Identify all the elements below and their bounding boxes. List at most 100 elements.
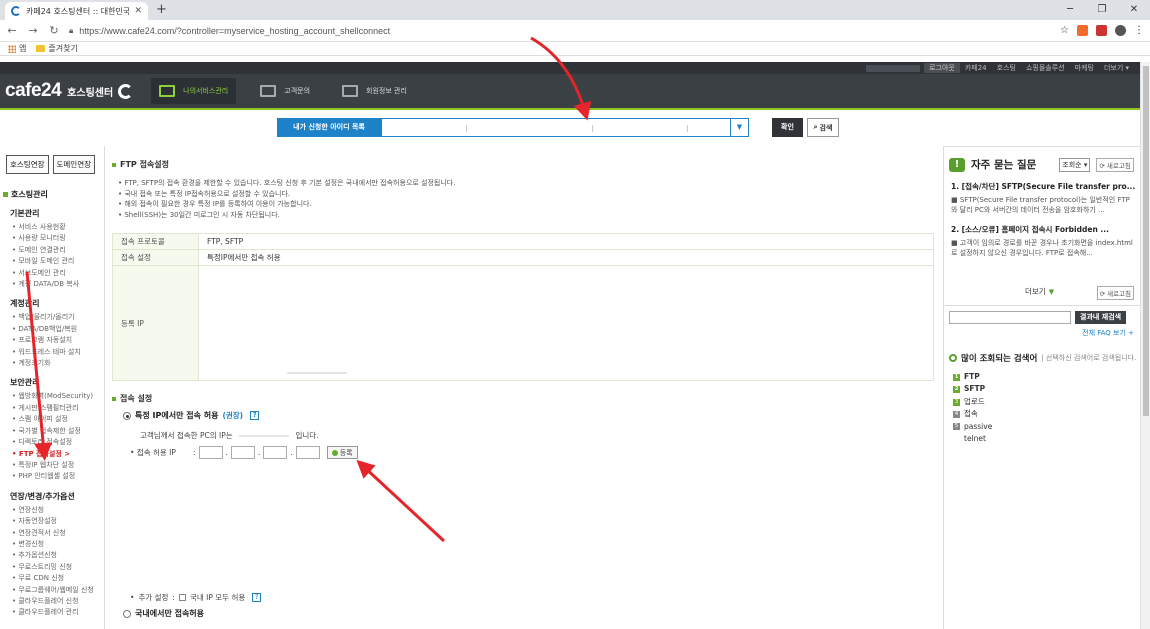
sidebar-item[interactable]: 서비스 사용현황 [12,222,104,233]
sidebar-item[interactable]: 연장신청 [12,505,104,516]
sidebar-item[interactable]: 연장견적서 신청 [12,528,104,539]
keyword-item[interactable]: 2 SFTP [953,383,992,395]
address-bar: ← → ↻ 🔒︎ https://www.cafe24.com/?control… [0,20,1150,42]
sidebar-item[interactable]: 웹방화벽(ModSecurity) [12,391,104,402]
restore-icon[interactable]: ❐ [1086,0,1118,20]
option-specific-ip[interactable]: 특정 IP에서만 접속 허용 (권장) ? [123,410,934,421]
sidebar-item[interactable]: DATA/DB백업/복원 [12,324,104,335]
faq-item[interactable]: 2. [소스/오류] 홈페이지 접속시 Forbidden ... ■ 고객이 … [951,224,1135,258]
id-select[interactable]: ▼ [381,118,749,137]
help-icon[interactable]: ? [250,411,260,420]
kebab-menu-icon[interactable]: ⋮ [1134,25,1144,36]
faq-more-button[interactable]: 더보기 ▼ [1025,286,1054,297]
radio-specific-ip[interactable] [123,411,131,420]
domestic-ip-label: 국내 IP 모두 허용 [189,593,246,602]
result-search-input[interactable] [949,311,1071,324]
sidebar-item[interactable]: 계정 DATA/DB 복사 [12,279,104,290]
menu-inquiry[interactable]: 고객문의 [252,78,318,104]
domain-extend-button[interactable]: 도메인연장 [52,155,95,174]
option-domestic-only[interactable]: 국내에서만 접속허용 [123,608,204,619]
sidebar-item[interactable]: 특정IP 웹차단 설정 [12,460,104,471]
sidebar-item[interactable]: 클라우드플레어 관리 [12,607,104,618]
sidebar-item[interactable]: PHP 안티웹셸 설정 [12,471,104,482]
ip-octet-1-input[interactable] [198,446,223,459]
close-icon[interactable]: ✕ [134,6,142,16]
domestic-ip-checkbox[interactable] [178,594,186,601]
keyword-item[interactable]: 1 FTP [953,371,992,383]
sidebar-item[interactable]: 프로그램 자동설치 [12,335,104,346]
star-icon[interactable]: ☆ [1060,25,1069,36]
search-button[interactable]: ⌕ 검색 [807,118,839,137]
menu-member-info[interactable]: 회원정보 관리 [334,78,415,104]
sidebar-item[interactable]: 변경신청 [12,539,104,550]
faq-item[interactable]: 1. [접속/차단] SFTP(Secure File transfer pro… [951,181,1135,215]
all-faq-link[interactable]: 전체 FAQ 보기 + [1082,328,1134,338]
register-ip-button[interactable]: 등록 [326,446,358,459]
sidebar-item[interactable]: 추가옵션신청 [12,550,104,561]
util-link-hosting[interactable]: 호스팅 [992,63,1021,73]
minimize-icon[interactable]: ─ [1054,0,1086,20]
util-link-cafe24[interactable]: 카페24 [960,63,992,73]
util-link-marketing[interactable]: 마케팅 [1070,63,1099,73]
sidebar-item[interactable]: 디렉토리 접속설정 [12,437,104,448]
back-icon[interactable]: ← [6,24,18,37]
sidebar-item[interactable]: 무료그룹웨어/웹메일 신청 [12,585,104,596]
sidebar-item[interactable]: 자동연장설정 [12,516,104,527]
util-link-more[interactable]: 더보기 ▾ [1099,63,1134,73]
menu-my-service[interactable]: 나의서비스관리 [151,78,237,104]
extension-icon[interactable] [1077,25,1088,36]
sidebar-item[interactable]: 서브도메인 관리 [12,268,104,279]
hosting-extend-button[interactable]: 호스팅연장 [6,155,49,174]
scrollbar-thumb[interactable] [1143,66,1149,416]
keyword-item[interactable]: 5 passive [953,421,992,433]
sidebar-item[interactable]: 게시판 스팸필터관리 [12,403,104,414]
page-scrollbar[interactable] [1140,62,1150,629]
confirm-button[interactable]: 확인 [772,118,803,137]
sidebar-item[interactable]: 계정초기화 [12,358,104,369]
forward-icon[interactable]: → [27,24,39,37]
faq-question[interactable]: 1. [접속/차단] SFTP(Secure File transfer pro… [951,181,1135,192]
sidebar-item[interactable]: 클라우드플레어 신청 [12,596,104,607]
radio-domestic-only[interactable] [123,609,131,618]
sidebar-item[interactable]: 국가별 접속제한 설정 [12,426,104,437]
refresh-button[interactable]: ⟳ 새로고침 [1096,286,1134,300]
logout-link[interactable]: 로그아웃 [924,63,960,73]
sidebar-item[interactable]: 워드프레스 테마 설치 [12,347,104,358]
ip-octet-2-input[interactable] [230,446,255,459]
keyword-item[interactable]: 3 업로드 [953,396,992,408]
help-icon[interactable]: ? [252,593,262,602]
browser-tab[interactable]: 카페24 호스팅센터 :: 대한민국 N ✕ [5,2,148,20]
keyword-item[interactable]: 4 접속 [953,408,992,420]
refresh-button[interactable]: ⟳ 새로고침 [1096,157,1134,172]
sidebar-item[interactable]: 사용량 모니터링 [12,233,104,244]
extension-icon[interactable] [1096,25,1107,36]
id-list-label: 내가 신청한 아이디 목록 [277,118,381,137]
bookmark-apps[interactable]: 앱 [8,43,26,54]
result-search-button[interactable]: 결과내 재검색 [1075,311,1127,324]
faq-sort-select[interactable]: 조회순 ▾ [1059,157,1091,172]
faq-question[interactable]: 2. [소스/오류] 홈페이지 접속시 Forbidden ... [951,224,1135,235]
cafe24-logo[interactable]: cafe24 [5,80,62,102]
ip-octet-4-input[interactable] [295,446,320,459]
logo-subtitle: 호스팅센터 [67,87,114,99]
sidebar-item[interactable]: 무료 CDN 신청 [12,573,104,584]
reload-icon[interactable]: ↻ [48,24,60,37]
keyword-item[interactable]: telnet [953,433,992,445]
ip-octet-3-input[interactable] [263,446,288,459]
close-window-icon[interactable]: ✕ [1118,0,1150,20]
chevron-down-icon[interactable]: ▼ [730,119,748,136]
utility-bar: 로그아웃 카페24 호스팅 쇼핑몰솔루션 마케팅 더보기 ▾ [0,62,1140,74]
folder-icon [36,45,46,52]
rank-badge: 4 [953,410,960,418]
bookmark-favorites[interactable]: 즐겨찾기 [36,43,78,54]
util-link-shop[interactable]: 쇼핑몰솔루션 [1021,63,1070,73]
avatar[interactable] [1115,25,1126,36]
sidebar-item[interactable]: 도메인 연결관리 [12,245,104,256]
sidebar-item[interactable]: 백업/올리기/올리기 [12,312,104,323]
sidebar-item-ftp-settings[interactable]: FTP 접속설정 > [12,449,104,460]
sidebar-item[interactable]: 스팸 아이피 설정 [12,414,104,425]
new-tab-icon[interactable]: + [156,2,167,17]
sidebar-item[interactable]: 모바일 도메인 관리 [12,256,104,267]
sidebar-item[interactable]: 무료스트리밍 신청 [12,562,104,573]
url-field[interactable]: 🔒︎ https://www.cafe24.com/?controller=my… [69,26,1051,36]
